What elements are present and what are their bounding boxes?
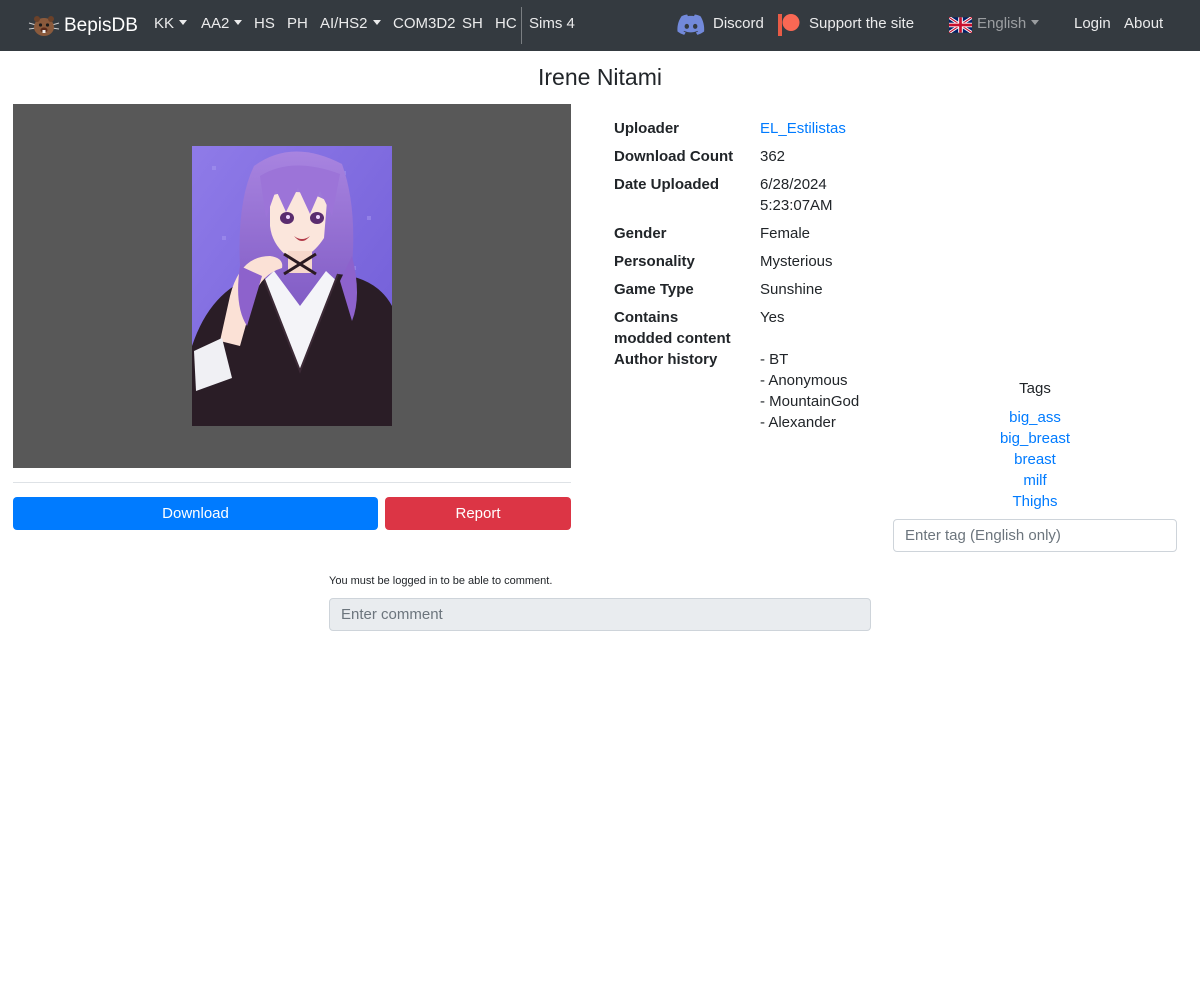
tag-item: breast — [893, 449, 1177, 470]
nav-hs-link[interactable]: HS — [254, 15, 275, 32]
brand-link[interactable]: BepisDB — [28, 12, 138, 40]
game-type-label: Game Type — [614, 281, 694, 298]
date-uploaded-label: Date Uploaded — [614, 176, 720, 193]
nav-sh-link[interactable]: SH — [462, 15, 483, 32]
nav-hc-link[interactable]: HC — [495, 15, 517, 32]
nav-aihs2-dropdown[interactable]: AI/HS2 — [320, 15, 381, 32]
brand-name: BepisDB — [64, 15, 138, 36]
tag-link[interactable]: Thighs — [1012, 493, 1057, 510]
personality-value: Mysterious — [760, 253, 833, 270]
modded-label-line2: modded content — [614, 330, 731, 347]
card-image-panel — [13, 104, 571, 468]
tag-item: Thighs — [893, 491, 1177, 512]
tags-heading: Tags — [1019, 380, 1051, 397]
gender-label: Gender — [614, 225, 667, 242]
language-dropdown[interactable]: English — [977, 15, 1040, 32]
nav-kk-dropdown[interactable]: KK — [154, 15, 188, 32]
caret-down-icon — [179, 20, 188, 25]
language-label: English — [977, 15, 1027, 32]
top-navbar: BepisDB KK AA2 HS PH AI/HS2 COM3D2 SH HC… — [0, 0, 1200, 51]
uk-flag-icon — [949, 17, 972, 33]
date-uploaded-date: 6/28/2024 — [760, 176, 827, 193]
tag-item: big_ass — [893, 407, 1177, 428]
page-title: Irene Nitami — [538, 64, 662, 90]
uploader-link[interactable]: EL_Estilistas — [760, 118, 846, 139]
bepis-logo-icon — [28, 16, 60, 36]
author-history-item: - Anonymous — [760, 372, 848, 389]
nav-sims4-link[interactable]: Sims 4 — [529, 15, 575, 32]
nav-aa2-dropdown[interactable]: AA2 — [201, 15, 243, 32]
game-type-value: Sunshine — [760, 281, 823, 298]
tag-input[interactable] — [893, 519, 1177, 552]
nav-com3d2-link[interactable]: COM3D2 — [393, 15, 456, 32]
author-history-item: - MountainGod — [760, 393, 860, 410]
comment-login-note: You must be logged in to be able to comm… — [329, 575, 553, 587]
caret-down-icon — [234, 20, 243, 25]
caret-down-icon — [372, 20, 381, 25]
download-button[interactable]: Download — [13, 497, 378, 530]
download-count-value: 362 — [760, 148, 786, 165]
discord-link[interactable]: Discord — [713, 15, 764, 32]
author-history-item: - BT — [760, 351, 789, 368]
gender-value: Female — [760, 225, 811, 242]
card-preview-image[interactable] — [192, 146, 392, 426]
nav-divider — [521, 7, 522, 44]
nav-kk-label: KK — [154, 15, 175, 32]
modded-value: Yes — [760, 309, 785, 326]
caret-down-icon — [1031, 20, 1040, 25]
login-link[interactable]: Login — [1074, 15, 1111, 32]
uploader-label: Uploader — [614, 120, 680, 137]
tag-link[interactable]: breast — [1014, 451, 1056, 468]
nav-ph-link[interactable]: PH — [287, 15, 308, 32]
nav-aa2-label: AA2 — [201, 15, 230, 32]
date-uploaded-time: 5:23:07AM — [760, 197, 833, 214]
nav-aihs2-label: AI/HS2 — [320, 15, 368, 32]
modded-label-line1: Contains — [614, 309, 679, 326]
support-link[interactable]: Support the site — [809, 15, 914, 32]
tag-item: milf — [893, 470, 1177, 491]
patreon-icon[interactable] — [778, 13, 800, 37]
tag-link[interactable]: big_breast — [1000, 430, 1070, 447]
tag-link[interactable]: big_ass — [1009, 409, 1061, 426]
about-link[interactable]: About — [1124, 15, 1163, 32]
download-count-label: Download Count — [614, 148, 734, 165]
personality-label: Personality — [614, 253, 695, 270]
discord-icon[interactable] — [677, 14, 705, 36]
tag-item: big_breast — [893, 428, 1177, 449]
image-divider — [13, 482, 571, 483]
report-button[interactable]: Report — [385, 497, 571, 530]
author-history-item: - Alexander — [760, 414, 836, 431]
uploader-name[interactable]: EL_Estilistas — [760, 120, 846, 137]
tag-link[interactable]: milf — [1023, 472, 1046, 489]
comment-input[interactable] — [329, 598, 871, 631]
author-history-label: Author history — [614, 351, 718, 368]
